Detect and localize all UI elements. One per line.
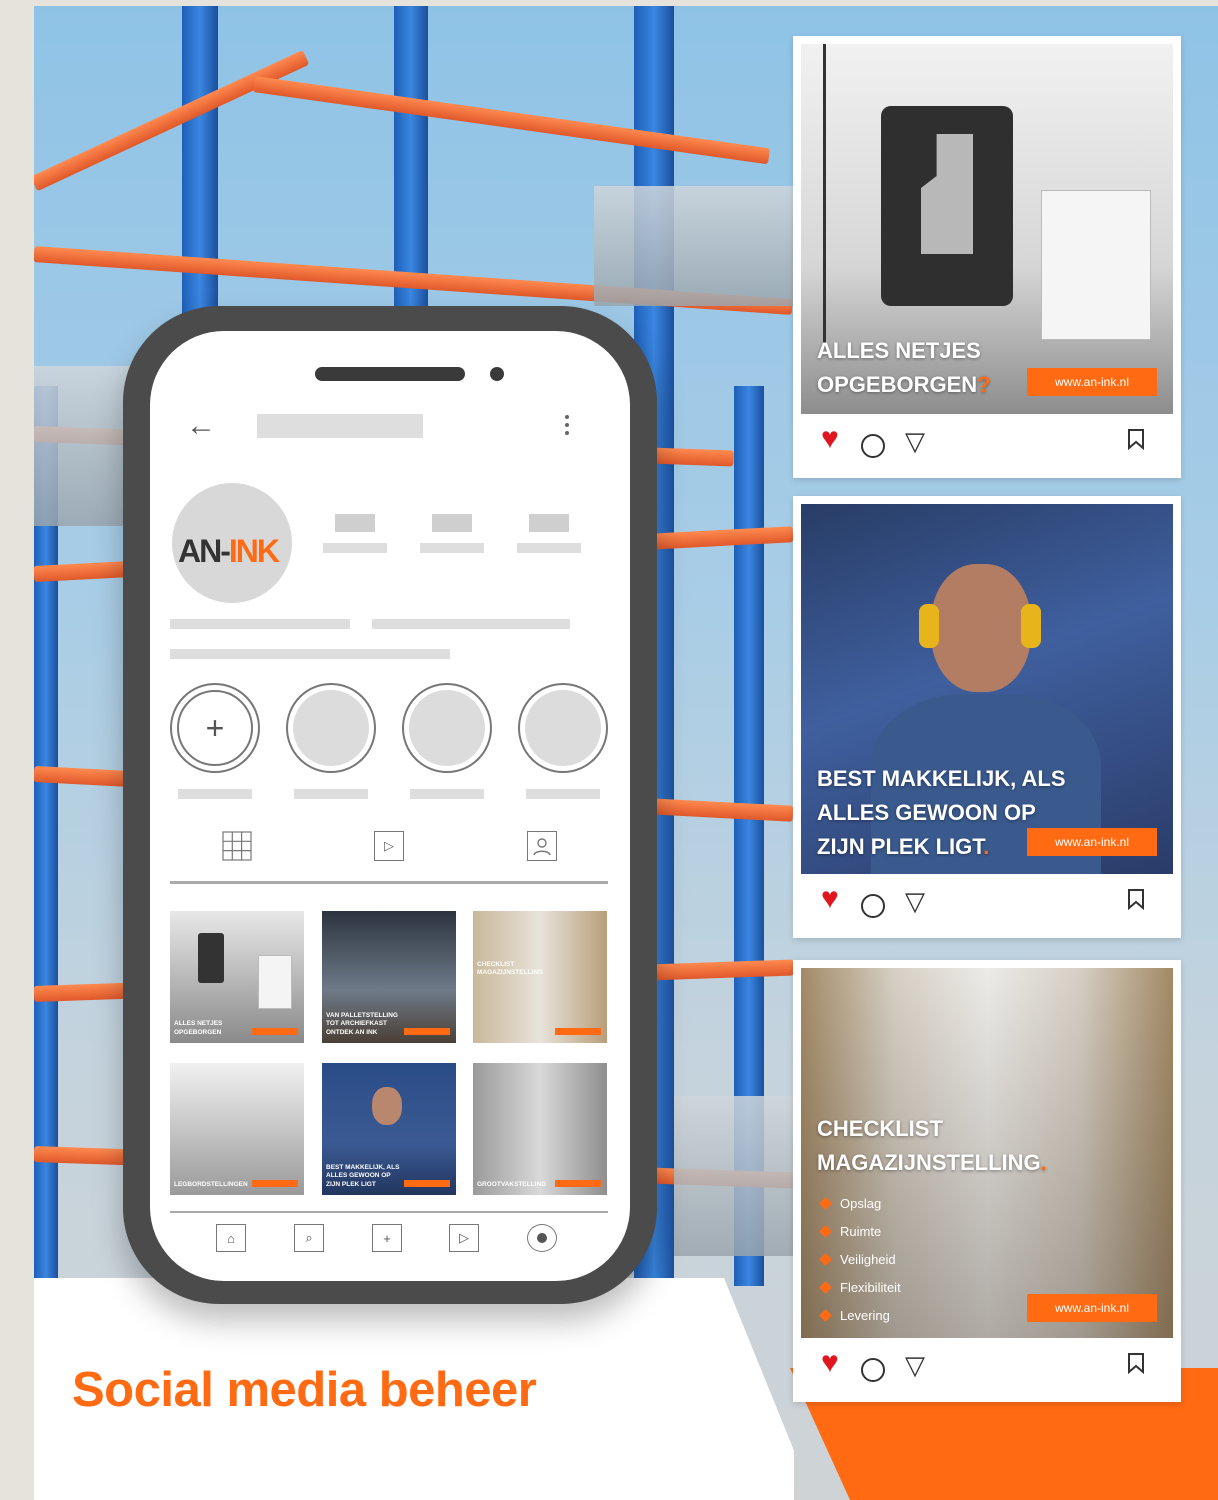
send-icon[interactable]: ▽: [905, 428, 925, 454]
post-image[interactable]: CHECKLIST MAGAZIJNSTELLING. Opslag Ruimte…: [801, 968, 1173, 1338]
checklist-item: Flexibiliteit: [819, 1274, 901, 1302]
website-link-button[interactable]: www.an-ink.nl: [1027, 1294, 1157, 1322]
create-icon[interactable]: +: [372, 1224, 402, 1252]
plus-icon: +: [177, 690, 253, 766]
bookmark-icon[interactable]: [1127, 428, 1145, 455]
story-highlight[interactable]: [402, 683, 492, 773]
grid-post[interactable]: LEGBORDSTELLINGEN: [170, 1063, 304, 1195]
bio-line: [170, 649, 450, 659]
story-highlight[interactable]: [286, 683, 376, 773]
bookmark-icon[interactable]: [1127, 888, 1145, 915]
grid-post[interactable]: BEST MAKKELIJK, ALS ALLES GEWOON OP ZIJN…: [322, 1063, 456, 1195]
website-link-button[interactable]: www.an-ink.nl: [1027, 828, 1157, 856]
profile-nav-icon[interactable]: [527, 1224, 557, 1252]
comment-icon[interactable]: [861, 1358, 885, 1382]
send-icon[interactable]: ▽: [905, 888, 925, 914]
checklist-item: Levering: [819, 1302, 890, 1330]
heart-icon[interactable]: ♥: [821, 424, 839, 454]
comment-icon[interactable]: [861, 894, 885, 918]
send-icon[interactable]: ▽: [905, 1352, 925, 1378]
search-icon[interactable]: ⌕: [294, 1224, 324, 1252]
avatar[interactable]: AN-INK: [172, 483, 292, 603]
grid-post[interactable]: GROOTVAKSTELLING: [473, 1063, 607, 1195]
home-icon[interactable]: ⌂: [216, 1224, 246, 1252]
phone-speaker: [315, 367, 465, 381]
comment-icon[interactable]: [861, 434, 885, 458]
checklist-item: Opslag: [819, 1190, 881, 1218]
back-arrow-icon[interactable]: ←: [186, 411, 216, 441]
bookmark-icon[interactable]: [1127, 1352, 1145, 1379]
divider: [170, 1211, 608, 1213]
website-link-button[interactable]: www.an-ink.nl: [1027, 368, 1157, 396]
reels-nav-icon[interactable]: ▷: [449, 1224, 479, 1252]
reels-icon[interactable]: ▷: [374, 831, 404, 861]
heart-icon[interactable]: ♥: [821, 884, 839, 914]
phone-camera: [490, 367, 504, 381]
tagged-icon[interactable]: [527, 831, 557, 861]
story-highlight[interactable]: [518, 683, 608, 773]
stat-following: [529, 514, 569, 532]
more-options-icon[interactable]: [564, 415, 570, 439]
divider: [170, 881, 608, 884]
post-image[interactable]: BEST MAKKELIJK, ALS ALLES GEWOON OP ZIJN P…: [801, 504, 1173, 874]
social-post-card: CHECKLIST MAGAZIJNSTELLING. Opslag Ruimte…: [793, 960, 1181, 1402]
grid-post[interactable]: ALLES NETJES OPGEBORGEN: [170, 911, 304, 1043]
phone-mockup: ← AN-INK + ▷ ALLES NETJES OPGEBORGEN VAN…: [123, 306, 657, 1304]
social-post-card: BEST MAKKELIJK, ALS ALLES GEWOON OP ZIJN P…: [793, 496, 1181, 938]
checklist-item: Ruimte: [819, 1218, 881, 1246]
stat-posts: [335, 514, 375, 532]
social-post-card: ALLES NETJES OPGEBORGEN? www.an-ink.nl ♥ …: [793, 36, 1181, 478]
profile-name-placeholder: [257, 414, 423, 438]
grid-post[interactable]: VAN PALLETSTELLING TOT ARCHIEFKAST ONTDE…: [322, 911, 456, 1043]
an-ink-logo: AN-INK: [178, 533, 280, 569]
post-image[interactable]: ALLES NETJES OPGEBORGEN? www.an-ink.nl: [801, 44, 1173, 414]
stat-followers: [432, 514, 472, 532]
bio-line: [372, 619, 570, 629]
story-add[interactable]: +: [170, 683, 260, 773]
grid-post[interactable]: CHECKLIST MAGAZIJNSTELLING: [473, 911, 607, 1043]
checklist-item: Veiligheid: [819, 1246, 896, 1274]
page-title: Social media beheer: [72, 1363, 537, 1417]
bio-line: [170, 619, 350, 629]
heart-icon[interactable]: ♥: [821, 1348, 839, 1378]
grid-icon[interactable]: [222, 831, 252, 861]
phone-screen: ← AN-INK + ▷ ALLES NETJES OPGEBORGEN VAN…: [150, 331, 630, 1281]
